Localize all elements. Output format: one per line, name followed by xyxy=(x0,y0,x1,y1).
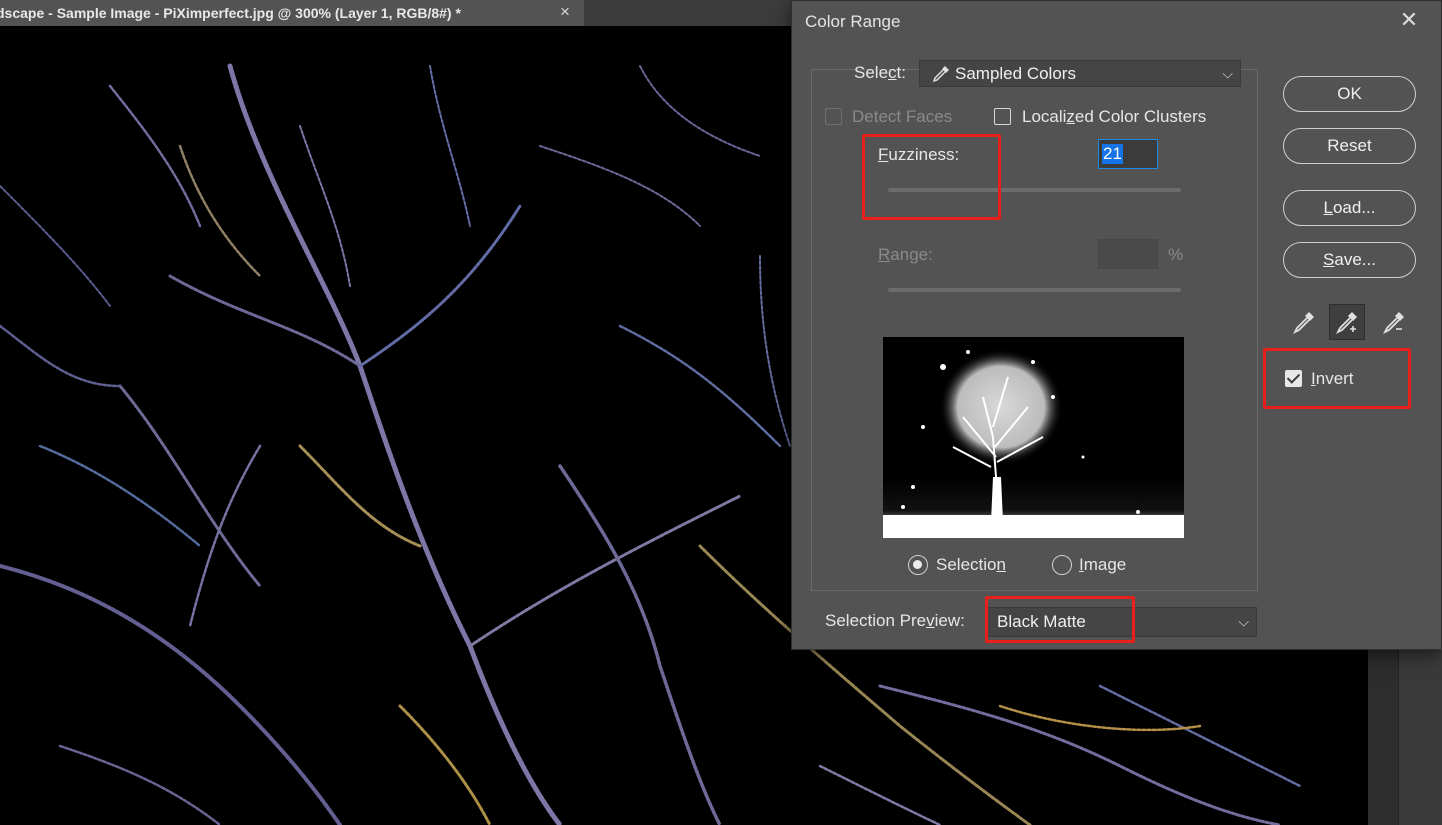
detect-faces-label: Detect Faces xyxy=(852,107,953,126)
chevron-down-icon: ⌵ xyxy=(1238,613,1249,630)
eyedropper-icon xyxy=(932,65,949,82)
fuzziness-value: 21 xyxy=(1102,144,1123,164)
load-button[interactable]: Load... xyxy=(1283,190,1416,226)
range-label: Range: xyxy=(878,245,933,264)
selection-preview-value: Black Matte xyxy=(997,612,1086,631)
select-dropdown[interactable]: Sampled Colors ⌵ xyxy=(919,60,1241,87)
document-tab-title: dscape - Sample Image - PiXimperfect.jpg… xyxy=(0,5,461,21)
localized-clusters-label: Localized Color Clusters xyxy=(1022,107,1207,126)
close-icon[interactable]: × xyxy=(560,2,570,22)
select-value: Sampled Colors xyxy=(955,63,1076,83)
eyedropper-icon xyxy=(1292,312,1314,335)
range-slider-track[interactable] xyxy=(888,288,1181,292)
add-to-sample-tool[interactable] xyxy=(1329,304,1365,340)
dialog-title: Color Range xyxy=(805,12,901,31)
detect-faces-checkbox[interactable] xyxy=(825,108,842,125)
invert-label: Invert xyxy=(1311,369,1354,388)
range-unit: % xyxy=(1168,245,1184,264)
color-range-dialog: Color Range ✕ Select: Sampled Colors ⌵ D… xyxy=(791,0,1442,650)
tree-mask-preview xyxy=(883,337,1184,538)
invert-checkbox[interactable] xyxy=(1285,370,1302,387)
save-button[interactable]: Save... xyxy=(1283,242,1416,278)
selection-preview-label: Selection Preview: xyxy=(825,611,965,630)
fuzziness-input[interactable]: 21 xyxy=(1098,139,1158,169)
reset-button[interactable]: Reset xyxy=(1283,128,1416,164)
document-tab[interactable]: dscape - Sample Image - PiXimperfect.jpg… xyxy=(0,0,584,26)
eyedropper-minus-icon xyxy=(1382,312,1404,335)
select-label: Select: xyxy=(854,63,906,82)
close-icon[interactable]: ✕ xyxy=(1398,7,1420,33)
ok-button[interactable]: OK xyxy=(1283,76,1416,112)
chevron-down-icon: ⌵ xyxy=(1222,65,1233,81)
eyedropper-plus-icon xyxy=(1335,312,1357,335)
localized-clusters-checkbox[interactable] xyxy=(994,108,1011,125)
selection-radio-label: Selection xyxy=(936,555,1006,574)
range-input[interactable] xyxy=(1098,239,1158,269)
eyedropper-tool[interactable] xyxy=(1286,304,1322,340)
fuzziness-label: Fuzziness: xyxy=(878,145,960,164)
selection-preview-dropdown[interactable]: Black Matte ⌵ xyxy=(985,607,1257,637)
image-radio-label: Image xyxy=(1079,555,1127,574)
selection-preview-image[interactable] xyxy=(883,337,1184,538)
image-radio[interactable] xyxy=(1052,555,1072,575)
subtract-from-sample-tool[interactable] xyxy=(1376,304,1412,340)
fuzziness-slider-track[interactable] xyxy=(888,188,1181,192)
selection-radio[interactable] xyxy=(908,555,928,575)
